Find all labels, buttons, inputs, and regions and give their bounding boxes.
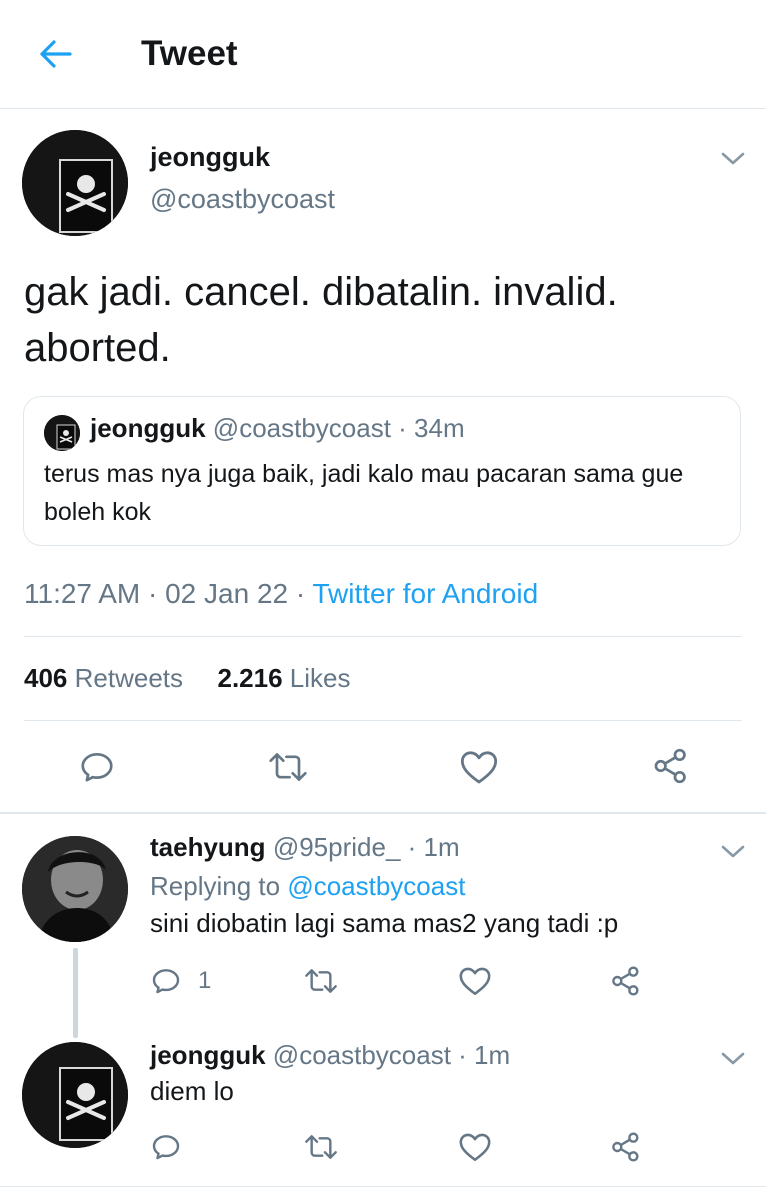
reply-display-name[interactable]: jeongguk bbox=[150, 1040, 266, 1070]
reply-text: diem lo bbox=[150, 1076, 234, 1106]
share-icon[interactable] bbox=[652, 746, 690, 786]
reply-handle[interactable]: @95pride_ bbox=[273, 832, 401, 862]
retweet-icon[interactable] bbox=[302, 1131, 340, 1163]
actions-divider bbox=[0, 812, 766, 814]
like-icon[interactable] bbox=[458, 965, 492, 997]
share-icon[interactable] bbox=[610, 964, 642, 998]
reply-header: jeongguk @coastbycoast · 1m bbox=[150, 1040, 510, 1071]
retweets-label: Retweets bbox=[74, 663, 184, 693]
reply-header: taehyung @95pride_ · 1m bbox=[150, 832, 460, 863]
reply-avatar[interactable] bbox=[22, 836, 128, 942]
source-link[interactable]: Twitter for Android bbox=[312, 578, 538, 609]
replying-to: Replying to @coastbycoast bbox=[150, 871, 465, 902]
tweet-stats: 406 Retweets 2.216 Likes bbox=[24, 663, 351, 694]
retweets-stat[interactable]: 406 Retweets bbox=[24, 663, 183, 693]
likes-stat[interactable]: 2.216 Likes bbox=[217, 663, 350, 693]
likes-count: 2.216 bbox=[217, 663, 283, 693]
reply-icon[interactable] bbox=[150, 965, 182, 997]
reply-text: sini diobatin lagi sama mas2 yang tadi :… bbox=[150, 908, 619, 938]
quoted-display-name: jeongguk bbox=[90, 413, 206, 443]
tweet-text: gak jadi. cancel. dibatalin. invalid. ab… bbox=[24, 270, 618, 370]
reply-icon[interactable] bbox=[150, 1131, 182, 1163]
timestamp-divider bbox=[24, 636, 742, 637]
author-avatar[interactable] bbox=[22, 130, 128, 236]
like-icon[interactable] bbox=[459, 748, 499, 786]
page-title: Tweet bbox=[141, 34, 238, 73]
timestamp-text: 11:27 AM · 02 Jan 22 · bbox=[24, 578, 313, 609]
quoted-handle: @coastbycoast bbox=[212, 413, 391, 443]
header-divider bbox=[0, 108, 766, 109]
retweet-icon[interactable] bbox=[302, 965, 340, 997]
chevron-down-icon[interactable] bbox=[720, 150, 746, 168]
reply-avatar[interactable] bbox=[22, 1042, 128, 1148]
stats-divider bbox=[24, 720, 742, 721]
reply-time: · 1m bbox=[407, 832, 460, 862]
reply-action-bar: 1 bbox=[150, 962, 750, 1002]
thread-line bbox=[73, 948, 78, 1038]
reply-display-name[interactable]: taehyung bbox=[150, 832, 266, 862]
retweet-icon[interactable] bbox=[266, 748, 310, 786]
retweets-count: 406 bbox=[24, 663, 68, 693]
reply-chevron-down-icon[interactable] bbox=[720, 843, 746, 861]
replying-to-link[interactable]: @coastbycoast bbox=[287, 871, 465, 901]
reply-icon[interactable] bbox=[78, 748, 116, 786]
reply-handle[interactable]: @coastbycoast bbox=[273, 1040, 451, 1070]
quoted-avatar bbox=[44, 415, 80, 451]
back-arrow-icon[interactable] bbox=[34, 36, 74, 72]
like-icon[interactable] bbox=[458, 1131, 492, 1163]
bottom-divider bbox=[0, 1186, 766, 1187]
author-display-name[interactable]: jeongguk bbox=[150, 142, 270, 173]
share-icon[interactable] bbox=[610, 1130, 642, 1164]
tweet-timestamp: 11:27 AM · 02 Jan 22 · Twitter for Andro… bbox=[24, 578, 538, 610]
author-handle[interactable]: @coastbycoast bbox=[150, 184, 335, 215]
reply-count: 1 bbox=[198, 967, 212, 994]
quoted-tweet[interactable]: jeongguk @coastbycoast · 34m terus mas n… bbox=[23, 396, 741, 546]
quoted-header: jeongguk @coastbycoast · 34m bbox=[90, 413, 465, 444]
quoted-time: · 34m bbox=[398, 413, 465, 443]
likes-label: Likes bbox=[289, 663, 351, 693]
reply-action-bar bbox=[150, 1128, 750, 1168]
reply-chevron-down-icon[interactable] bbox=[720, 1050, 746, 1068]
replying-prefix: Replying to bbox=[150, 871, 288, 901]
reply-time: · 1m bbox=[458, 1040, 511, 1070]
quoted-text: terus mas nya juga baik, jadi kalo mau p… bbox=[44, 460, 684, 526]
